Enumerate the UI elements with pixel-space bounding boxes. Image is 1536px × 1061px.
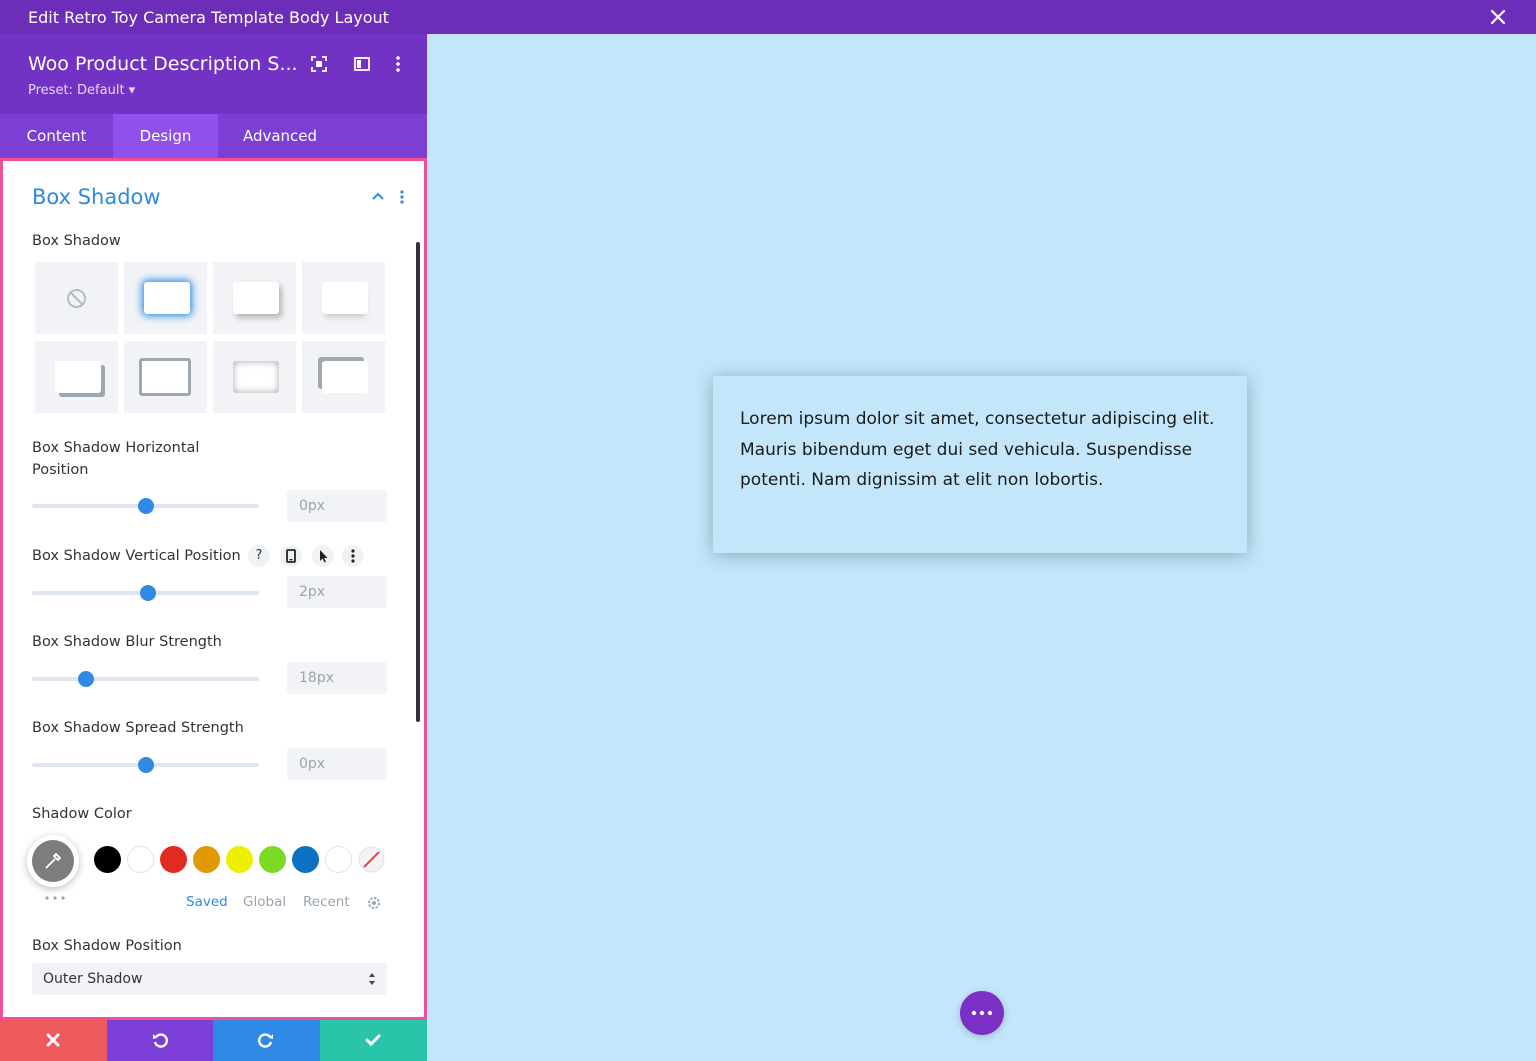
preset-inset-preview — [233, 361, 279, 393]
box-shadow-label: Box Shadow — [32, 233, 121, 249]
more-options-icon[interactable] — [388, 54, 408, 74]
preview-module[interactable]: Lorem ipsum dolor sit amet, consectetur … — [713, 376, 1247, 553]
preset-selector[interactable]: Preset: Default ▾ — [28, 83, 135, 98]
preset-glow-preview — [144, 282, 190, 314]
help-icon[interactable]: ? — [248, 545, 270, 567]
more-horizontal-icon — [971, 1010, 993, 1016]
saved-colors-tab[interactable]: Saved — [186, 894, 228, 910]
page-settings-button[interactable] — [960, 991, 1004, 1035]
preset-bottom-preview — [322, 282, 368, 314]
swatch-red[interactable] — [160, 846, 187, 873]
top-bar: Edit Retro Toy Camera Template Body Layo… — [0, 0, 1536, 34]
preset-glow[interactable] — [124, 262, 207, 334]
fullscreen-icon[interactable] — [309, 54, 329, 74]
current-color — [32, 840, 74, 882]
section-options-icon[interactable] — [397, 189, 407, 205]
box-shadow-settings: Box Shadow Box Shadow Box Shadow Horizon… — [0, 158, 427, 1020]
vertical-value-input[interactable]: 2px — [287, 576, 387, 608]
split-view-icon[interactable] — [352, 54, 372, 74]
preset-offset[interactable] — [35, 341, 118, 413]
spread-slider-handle[interactable] — [137, 757, 154, 773]
horizontal-slider[interactable] — [32, 498, 259, 514]
undo-icon — [153, 1033, 168, 1048]
swatch-white[interactable] — [127, 846, 154, 873]
preset-border-preview — [139, 358, 191, 396]
eyedropper-icon — [45, 852, 62, 869]
settings-panel: Woo Product Description S... Preset: Def… — [0, 34, 427, 1061]
preset-bottom-right-preview — [233, 282, 279, 314]
close-icon[interactable] — [1488, 7, 1508, 27]
prohibited-icon — [67, 289, 86, 308]
recent-colors-tab[interactable]: Recent — [303, 894, 350, 910]
preset-none[interactable] — [35, 262, 118, 334]
preview-text: Lorem ipsum dolor sit amet, consectetur … — [740, 409, 1215, 490]
tab-advanced[interactable]: Advanced — [218, 114, 342, 158]
shadow-color-label: Shadow Color — [32, 806, 132, 822]
hover-cursor-icon[interactable] — [312, 545, 334, 567]
scrollbar[interactable] — [416, 242, 420, 722]
horizontal-value-input[interactable]: 0px — [287, 490, 387, 522]
swatch-blue[interactable] — [292, 846, 319, 873]
panel-tabs: Content Design Advanced — [0, 114, 427, 158]
chevron-up-icon[interactable] — [371, 191, 385, 201]
swatch-yellow[interactable] — [226, 846, 253, 873]
swatch-white-2[interactable] — [325, 846, 352, 873]
tab-content[interactable]: Content — [0, 114, 113, 158]
horizontal-label: Box Shadow Horizontal Position — [32, 440, 200, 478]
gear-icon[interactable] — [366, 895, 382, 911]
module-header: Woo Product Description S... Preset: Def… — [0, 34, 427, 114]
module-title: Woo Product Description S... — [28, 53, 298, 75]
swatch-black[interactable] — [94, 846, 121, 873]
preset-inset[interactable] — [213, 341, 296, 413]
field-options-icon[interactable] — [342, 545, 364, 567]
action-bar — [0, 1020, 427, 1061]
vertical-label: Box Shadow Vertical Position — [32, 548, 241, 564]
horizontal-slider-handle[interactable] — [137, 498, 154, 514]
save-button[interactable] — [320, 1020, 427, 1061]
preset-bottom-right[interactable] — [213, 262, 296, 334]
global-colors-tab[interactable]: Global — [243, 894, 286, 910]
redo-button[interactable] — [213, 1020, 320, 1061]
swatch-transparent[interactable] — [358, 846, 385, 873]
position-label: Box Shadow Position — [32, 938, 182, 954]
spread-label: Box Shadow Spread Strength — [32, 720, 244, 736]
preset-bottom[interactable] — [302, 262, 385, 334]
color-picker[interactable] — [27, 835, 79, 887]
blur-slider[interactable] — [32, 671, 259, 687]
blur-value-input[interactable]: 18px — [287, 662, 387, 694]
vertical-slider-handle[interactable] — [139, 585, 156, 601]
preset-top-left-preview — [322, 361, 368, 393]
shadow-position-select[interactable]: Outer Shadow — [32, 963, 387, 995]
undo-button[interactable] — [107, 1020, 214, 1061]
select-arrows-icon — [369, 973, 375, 985]
preset-border[interactable] — [124, 341, 207, 413]
vertical-slider[interactable] — [32, 585, 259, 601]
blur-slider-handle[interactable] — [78, 671, 95, 687]
more-colors-icon[interactable] — [44, 895, 66, 901]
close-icon — [46, 1033, 60, 1047]
cancel-button[interactable] — [0, 1020, 107, 1061]
spread-value-input[interactable]: 0px — [287, 748, 387, 780]
section-title[interactable]: Box Shadow — [32, 185, 161, 209]
swatch-green[interactable] — [259, 846, 286, 873]
window-title: Edit Retro Toy Camera Template Body Layo… — [28, 8, 389, 27]
redo-icon — [258, 1033, 273, 1048]
preset-offset-preview — [55, 361, 101, 393]
spread-slider[interactable] — [32, 757, 259, 773]
checkmark-icon — [365, 1034, 381, 1047]
swatch-orange[interactable] — [193, 846, 220, 873]
shadow-position-value: Outer Shadow — [43, 971, 143, 987]
preset-top-left[interactable] — [302, 341, 385, 413]
tab-design[interactable]: Design — [113, 114, 218, 158]
blur-label: Box Shadow Blur Strength — [32, 634, 222, 650]
mobile-icon[interactable] — [280, 545, 302, 567]
